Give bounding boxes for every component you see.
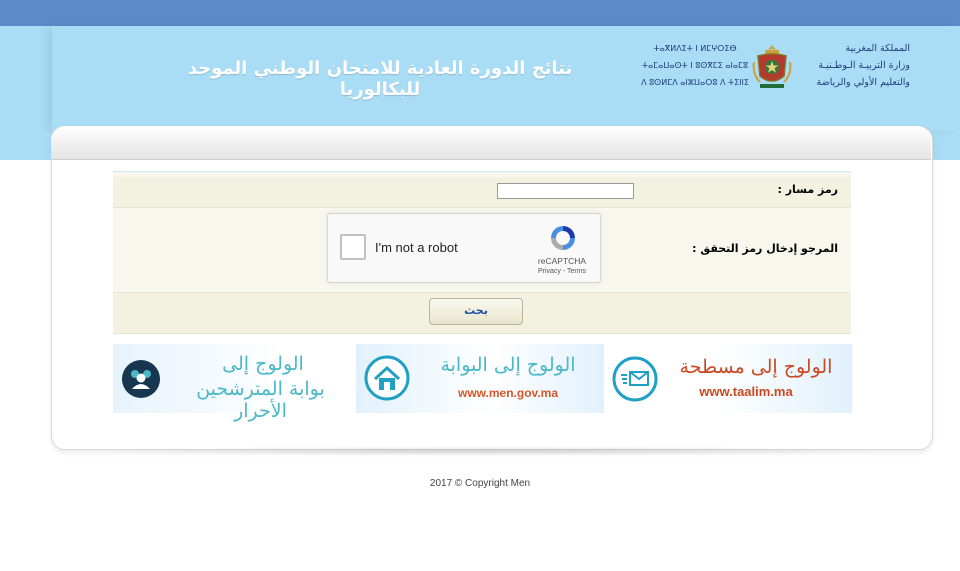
banner-3-line-2: www.taalim.ma — [699, 384, 793, 399]
banner-2-line-2: www.men.gov.ma — [457, 386, 559, 400]
recaptcha-label: I'm not a robot — [375, 240, 458, 255]
footer-copyright: 2017 © Copyright Men — [429, 478, 531, 489]
mail-icon — [612, 356, 658, 402]
page-title: نتائج الدورة العادية للامتحان الوطني الم… — [187, 58, 573, 100]
users-icon — [122, 360, 160, 398]
logo-ar-line-1: المملكة المغربية — [845, 43, 910, 54]
massar-label: رمز مسار : — [777, 183, 838, 196]
card-header — [51, 126, 931, 160]
banner-free-candidates[interactable]: الولوج إلى بوابة المترشحين الأحرار — [113, 344, 356, 422]
recaptcha-logo-icon — [551, 226, 575, 250]
logo-arabic-text: المملكة المغربية وزارة التربيـة الـوطـني… — [795, 40, 910, 91]
logo-tif-line-2: ⵜⴰⵎⴰⵡⴰⵙⵜ ⵏ ⵓⵙⴳⵎⵉ ⴰⵏⴰⵎⵓ — [641, 61, 749, 70]
logo-ar-line-3: والتعليم الأولي والرياضة — [816, 77, 910, 88]
coat-of-arms-icon — [752, 45, 792, 88]
recaptcha-checkbox[interactable] — [340, 234, 366, 260]
banner-1-line-1: الولوج إلى — [222, 353, 304, 375]
banner-taalim-platform[interactable]: الولوج إلى مسطحة www.taalim.ma — [604, 344, 852, 413]
captcha-label: المرجو إدخال رمز التحقق : — [692, 242, 838, 255]
card-shadow — [100, 446, 880, 456]
banner-1-line-2: بوابة المترشحين الأحرار — [196, 378, 325, 422]
home-icon — [364, 355, 410, 401]
logo-tif-line-3: ⴷ ⵓⵙⵍⵎⴷ ⴰⵏⵣⵡⴰⵔⵓ ⴷ ⵜⵉⵏⵏⵉ — [641, 78, 749, 87]
logo-ar-line-2: وزارة التربيـة الـوطـنيـة — [818, 60, 910, 71]
banner-3-line-1: الولوج إلى مسطحة — [679, 356, 833, 378]
recaptcha-brand: reCAPTCHA — [537, 256, 587, 266]
ministry-logo: ⵜⴰⴳⵍⴷⵉⵜ ⵏ ⵍⵎⵖⵔⵉⴱ ⵜⴰⵎⴰⵡⴰⵙⵜ ⵏ ⵓⵙⴳⵎⵉ ⴰⵏⴰⵎⵓ … — [640, 40, 910, 96]
logo-tifinagh-text: ⵜⴰⴳⵍⴷⵉⵜ ⵏ ⵍⵎⵖⵔⵉⴱ ⵜⴰⵎⴰⵡⴰⵙⵜ ⵏ ⵓⵙⴳⵎⵉ ⴰⵏⴰⵎⵓ … — [640, 40, 750, 91]
top-bar — [0, 0, 960, 26]
search-button[interactable]: بحث — [429, 298, 523, 325]
banner-men-portal[interactable]: الولوج إلى البوابة www.men.gov.ma — [356, 344, 604, 413]
recaptcha-widget: I'm not a robot reCAPTCHA Privacy - Term… — [327, 213, 601, 283]
logo-tif-line-1: ⵜⴰⴳⵍⴷⵉⵜ ⵏ ⵍⵎⵖⵔⵉⴱ — [653, 44, 737, 53]
massar-input[interactable] — [497, 183, 634, 199]
banner-2-line-1: الولوج إلى البوابة — [440, 354, 576, 376]
recaptcha-links[interactable]: Privacy - Terms — [528, 268, 596, 275]
